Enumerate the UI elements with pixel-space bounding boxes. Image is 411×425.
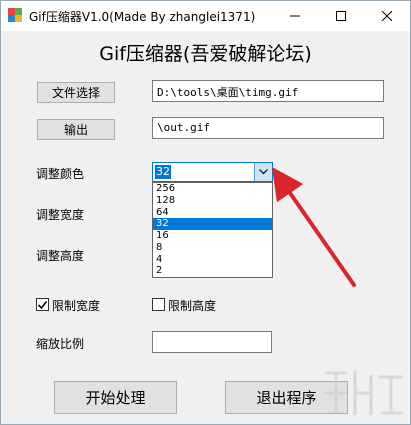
dropdown-option[interactable]: 64	[153, 207, 272, 219]
color-count-selected: 32	[155, 165, 171, 179]
color-count-dropdown: 256 128 64 32 16 8 4 2	[152, 182, 273, 278]
app-window: Gif压缩器V1.0(Made By zhanglei1371) Gif压缩器(…	[0, 0, 411, 425]
file-select-button[interactable]: 文件选择	[37, 82, 115, 103]
adjust-color-label: 调整颜色	[36, 167, 85, 181]
adjust-width-label: 调整宽度	[36, 208, 85, 222]
title-bar: Gif压缩器V1.0(Made By zhanglei1371)	[1, 1, 410, 31]
limit-width-checkbox[interactable]	[36, 298, 49, 311]
dropdown-button[interactable]	[254, 163, 272, 181]
file-path-input[interactable]: D:\tools\桌面\timg.gif	[152, 80, 384, 102]
minimize-button[interactable]	[272, 1, 318, 31]
app-icon	[8, 8, 22, 22]
limit-height-checkbox[interactable]	[152, 298, 165, 311]
dropdown-option[interactable]: 8	[153, 242, 272, 254]
minimize-icon	[290, 15, 300, 17]
maximize-icon	[336, 11, 346, 21]
maximize-button[interactable]	[318, 1, 364, 31]
page-heading: Gif压缩器(吾爱破解论坛)	[99, 43, 312, 65]
close-icon	[382, 11, 392, 21]
dropdown-option[interactable]: 4	[153, 254, 272, 266]
dropdown-option[interactable]: 32	[153, 218, 272, 230]
dropdown-option[interactable]: 2	[153, 265, 272, 277]
chevron-down-icon	[259, 169, 268, 175]
dropdown-option[interactable]: 128	[153, 195, 272, 207]
watermark-logo	[325, 371, 403, 415]
dropdown-option[interactable]: 256	[153, 183, 272, 195]
start-process-button[interactable]: 开始处理	[54, 381, 177, 414]
checkmark-icon	[38, 300, 47, 309]
limit-width-label: 限制宽度	[52, 299, 101, 313]
window-title: Gif压缩器V1.0(Made By zhanglei1371)	[29, 10, 256, 24]
scale-ratio-input[interactable]	[152, 331, 272, 353]
color-count-select[interactable]: 32	[152, 162, 273, 182]
close-button[interactable]	[364, 1, 410, 31]
dropdown-option[interactable]: 16	[153, 230, 272, 242]
limit-height-label: 限制高度	[168, 299, 217, 313]
output-button[interactable]: 输出	[37, 119, 115, 140]
scale-ratio-label: 缩放比例	[36, 337, 85, 351]
adjust-height-label: 调整高度	[36, 249, 85, 263]
output-path-input[interactable]: \out.gif	[152, 117, 384, 139]
